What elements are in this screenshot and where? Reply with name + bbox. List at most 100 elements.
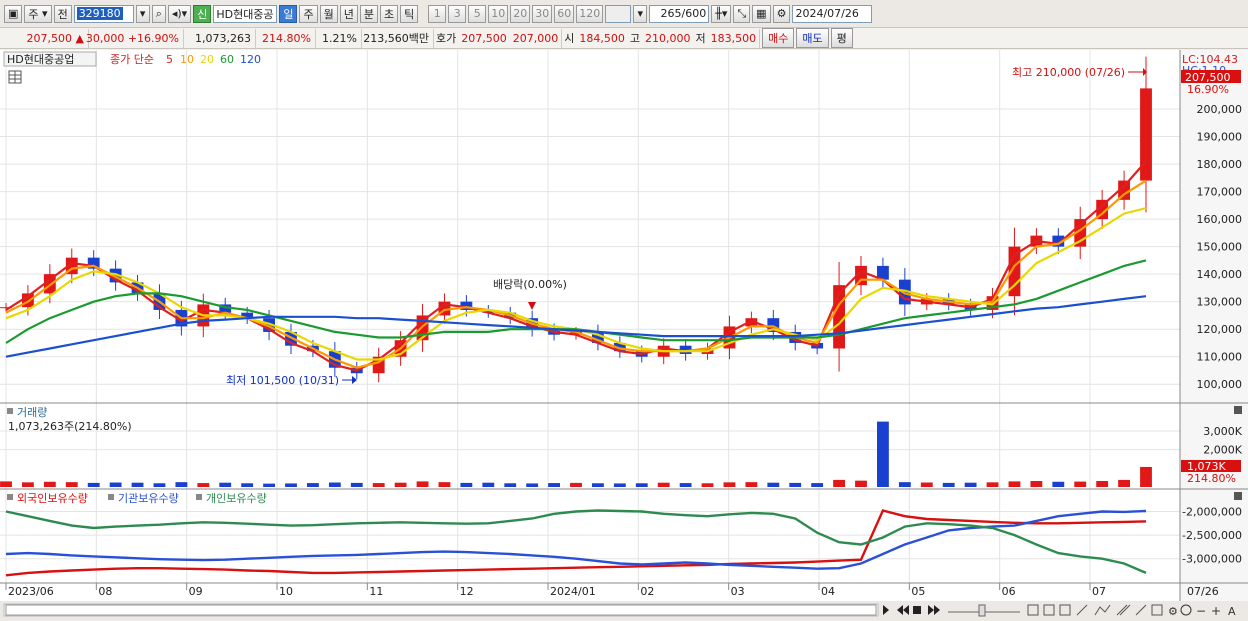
x-axis-tick-label: 05 xyxy=(911,585,925,598)
volume-bar xyxy=(350,482,363,487)
bid-ask-label: 호가 xyxy=(436,32,457,45)
volume-close-icon[interactable] xyxy=(1234,406,1242,414)
count-input[interactable]: 265/600 xyxy=(649,4,710,23)
high-annotation: 최고 210,000 (07/26) xyxy=(1012,66,1125,79)
zoom-in-icon[interactable]: + xyxy=(1211,604,1221,618)
volume-bar xyxy=(1118,479,1130,487)
holdings-close-icon[interactable] xyxy=(1234,492,1242,500)
gear-icon[interactable]: ⚙ xyxy=(772,4,791,23)
volume-bar xyxy=(548,483,560,487)
period-button-tick[interactable]: 틱 xyxy=(400,4,419,23)
stock-code-value: 329180 xyxy=(76,7,123,20)
y-axis-tick-label: -3,000,000 xyxy=(1182,553,1242,566)
zoom-slider-handle[interactable] xyxy=(978,604,986,617)
low-label: 저 xyxy=(695,32,706,45)
y-axis-tick-label: -2,500,000 xyxy=(1182,529,1242,542)
y-axis-tick-label: 100,000 xyxy=(1197,378,1243,391)
holdings-panel-icon xyxy=(7,494,13,500)
y-axis-tick-label: 120,000 xyxy=(1197,323,1243,336)
ma-period-5[interactable]: 5 xyxy=(166,53,173,66)
x-axis-tick-label: 2023/06 xyxy=(8,585,54,598)
volume-bar xyxy=(657,482,670,487)
period-button-week[interactable]: 주 xyxy=(299,4,318,23)
ma-period-10[interactable]: 10 xyxy=(180,53,194,66)
settings-tool-icon[interactable]: ⚙ xyxy=(1168,605,1178,618)
bid-price: 207,000 xyxy=(510,28,563,48)
x-axis-tick-label: 10 xyxy=(279,585,293,598)
volume-bar xyxy=(394,482,407,487)
volume-title: 거래량 xyxy=(17,406,47,419)
legend-foreign[interactable]: 외국인보유수량 xyxy=(17,492,88,505)
volume-bar xyxy=(613,483,626,487)
code-dropdown-icon[interactable]: ▾ xyxy=(135,4,150,23)
scroll-thumb[interactable] xyxy=(5,604,877,616)
interval-button-10[interactable]: 10 xyxy=(488,4,509,23)
open-price: 184,500 xyxy=(579,31,625,45)
dividend-annotation: 배당락(0.00%) xyxy=(493,278,567,291)
y-axis-tick-label: 3,000K xyxy=(1203,425,1242,438)
volume-bar xyxy=(87,482,100,487)
period-type-value: 주 xyxy=(28,7,39,21)
current-pct-tag: 16.90% xyxy=(1187,83,1229,96)
text-tool-icon[interactable]: A xyxy=(1228,605,1236,618)
interval-button-20[interactable]: 20 xyxy=(510,4,531,23)
period-button-minute[interactable]: 분 xyxy=(359,4,378,23)
period-button-year[interactable]: 년 xyxy=(339,4,358,23)
sell-button[interactable]: 매도 xyxy=(796,28,829,48)
period-button-second[interactable]: 초 xyxy=(379,4,399,23)
volume-bar xyxy=(0,481,12,487)
legend-individual[interactable]: 개인보유수량 xyxy=(206,492,267,505)
zoom-out-icon[interactable]: − xyxy=(1196,604,1206,618)
volume-bar xyxy=(679,483,692,487)
search-icon[interactable]: ⌕ xyxy=(151,4,166,23)
x-axis-tick-label: 09 xyxy=(189,585,203,598)
speaker-icon[interactable]: ◂)▾ xyxy=(167,4,192,23)
period-type-select[interactable]: 주 ▾ xyxy=(24,4,52,23)
avg-button[interactable]: 평 xyxy=(830,28,853,48)
interval-button-5[interactable]: 5 xyxy=(468,4,487,23)
interval-button-60[interactable]: 60 xyxy=(554,4,575,23)
volume-bar xyxy=(263,483,275,487)
new-stock-badge[interactable]: 신 xyxy=(193,4,212,23)
save-icon[interactable]: ▦ xyxy=(752,4,771,23)
volume-bar xyxy=(1030,481,1043,487)
stock-name-field[interactable]: HD현대중공 xyxy=(213,4,278,23)
ma-label[interactable]: 종가 단순 xyxy=(110,53,154,66)
chart-menu-icon[interactable]: ▣ xyxy=(4,4,23,23)
chart-toolbar: ▣ 주 ▾ 전 329180 ▾ ⌕ ◂)▾ 신 HD현대중공 일 주 월 년 … xyxy=(0,0,1248,28)
stock-chart[interactable]: 2023/06 08 09 10 11 12 2024/01 02 03 04 05 06 07 100,… xyxy=(0,50,1248,621)
ma-period-120[interactable]: 120 xyxy=(240,53,261,66)
compare-button[interactable]: 전 xyxy=(53,4,72,23)
interval-dropdown-icon[interactable]: ▾ xyxy=(633,4,648,23)
period-button-month[interactable]: 월 xyxy=(319,4,338,23)
count-max: /600 xyxy=(681,7,707,20)
interval-button-30[interactable]: 30 xyxy=(532,4,553,23)
interval-custom-input[interactable] xyxy=(605,4,632,23)
period-button-day[interactable]: 일 xyxy=(279,4,298,23)
candle-type-icon[interactable]: ╫▾ xyxy=(711,4,732,23)
volume-bar xyxy=(1096,481,1109,487)
current-price: 207,500 ▲ xyxy=(4,28,89,48)
y-axis-tick-label: 160,000 xyxy=(1197,213,1243,226)
interval-button-1[interactable]: 1 xyxy=(428,4,447,23)
ma-period-20[interactable]: 20 xyxy=(200,53,214,66)
buy-button[interactable]: 매수 xyxy=(762,28,795,48)
turnover-rate: 1.21% xyxy=(316,28,362,48)
x-axis-tick-label: 07 xyxy=(1092,585,1106,598)
x-axis-tick-label: 03 xyxy=(731,585,745,598)
stop-icon[interactable] xyxy=(913,606,921,614)
date-input[interactable]: 2024/07/26 xyxy=(792,4,873,23)
stock-code-input[interactable]: 329180 xyxy=(73,4,134,23)
volume-bar xyxy=(526,483,539,487)
x-axis-tick-label: 12 xyxy=(460,585,474,598)
interval-button-3[interactable]: 3 xyxy=(448,4,467,23)
count-value: 265 xyxy=(660,7,682,20)
ask-price: 207,500 xyxy=(461,31,507,45)
volume-bar xyxy=(833,479,845,487)
volume-bar xyxy=(328,482,341,487)
draw-tool-icon[interactable]: ⤡ xyxy=(733,4,751,23)
ma-period-60[interactable]: 60 xyxy=(220,53,234,66)
interval-button-120[interactable]: 120 xyxy=(576,4,604,23)
legend-institution[interactable]: 기관보유수량 xyxy=(118,492,179,505)
volume-bar xyxy=(942,482,955,487)
